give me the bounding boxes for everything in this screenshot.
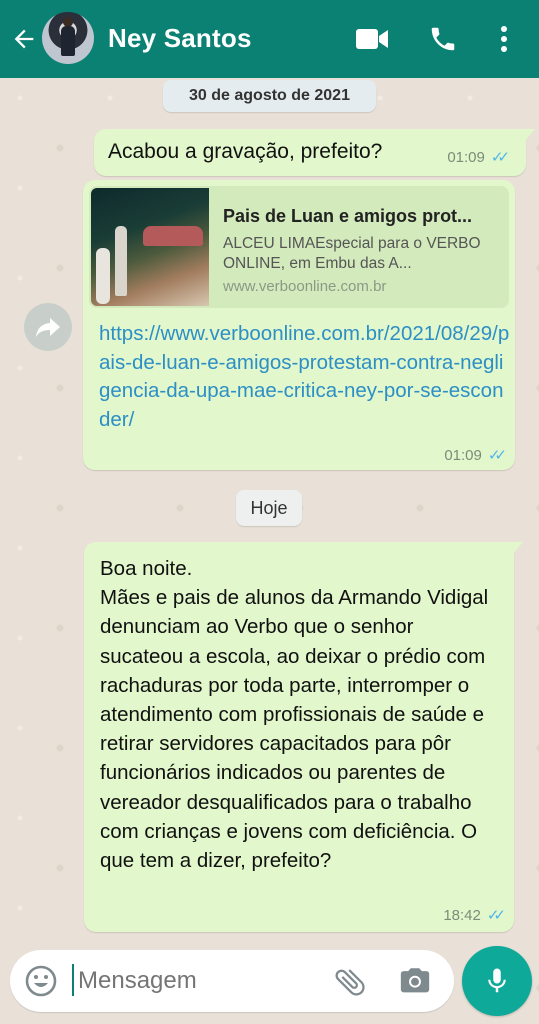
message-time: 01:09 (447, 148, 485, 166)
today-chip: Hoje (236, 490, 302, 526)
message-bubble-outgoing[interactable]: Boa noite. Mães e pais de alunos da Arma… (84, 542, 523, 932)
message-time: 18:42 (443, 906, 481, 924)
emoji-icon (25, 965, 57, 997)
link-preview-description: ALCEU LIMAEspecial para o VERBO ONLINE, … (223, 235, 481, 272)
message-meta: 18:42 ✓✓ (443, 906, 506, 925)
message-input[interactable] (72, 960, 322, 1002)
video-call-icon (356, 29, 388, 49)
link-preview-thumbnail (91, 188, 209, 306)
mic-icon (488, 968, 506, 993)
avatar[interactable] (42, 12, 94, 64)
attach-icon (335, 969, 365, 996)
message-text: Acabou a gravação, prefeito? (108, 140, 383, 163)
voice-call-button[interactable] (426, 22, 460, 56)
camera-icon (400, 968, 430, 993)
link-preview-domain: www.verboonline.com.br (223, 278, 387, 295)
read-receipt-icon: ✓✓ (487, 447, 507, 464)
message-link[interactable]: https://www.verboonline.com.br/2021/08/2… (99, 320, 511, 434)
date-chip: 30 de agosto de 2021 (163, 80, 376, 112)
camera-button[interactable] (398, 964, 432, 998)
contact-name[interactable]: Ney Santos (108, 23, 252, 54)
message-bubble-outgoing[interactable]: Acabou a gravação, prefeito? 01:09 ✓✓ (94, 129, 535, 176)
back-button[interactable] (8, 21, 40, 57)
chat-header: Ney Santos (0, 0, 539, 78)
message-time: 01:09 (444, 446, 482, 464)
forward-button[interactable] (24, 303, 72, 351)
phone-icon (431, 27, 455, 51)
voice-message-button[interactable] (462, 946, 532, 1016)
video-call-button[interactable] (354, 22, 390, 56)
more-options-button[interactable] (492, 22, 516, 56)
message-meta: 01:09 ✓✓ (447, 148, 510, 167)
forward-icon (36, 318, 60, 337)
message-composer (10, 950, 454, 1012)
read-receipt-icon: ✓✓ (490, 149, 510, 166)
link-preview[interactable]: Pais de Luan e amigos prot... ALCEU LIMA… (89, 186, 509, 308)
link-preview-title: Pais de Luan e amigos prot... (223, 206, 473, 226)
message-meta: 01:09 ✓✓ (444, 446, 507, 465)
attach-button[interactable] (332, 964, 368, 1000)
message-text: Boa noite. Mães e pais de alunos da Arma… (100, 557, 489, 873)
read-receipt-icon: ✓✓ (486, 907, 506, 924)
emoji-button[interactable] (24, 964, 58, 998)
more-vert-icon (501, 26, 507, 52)
back-arrow-icon (14, 29, 34, 49)
message-bubble-outgoing-link[interactable]: Pais de Luan e amigos prot... ALCEU LIMA… (83, 180, 515, 470)
